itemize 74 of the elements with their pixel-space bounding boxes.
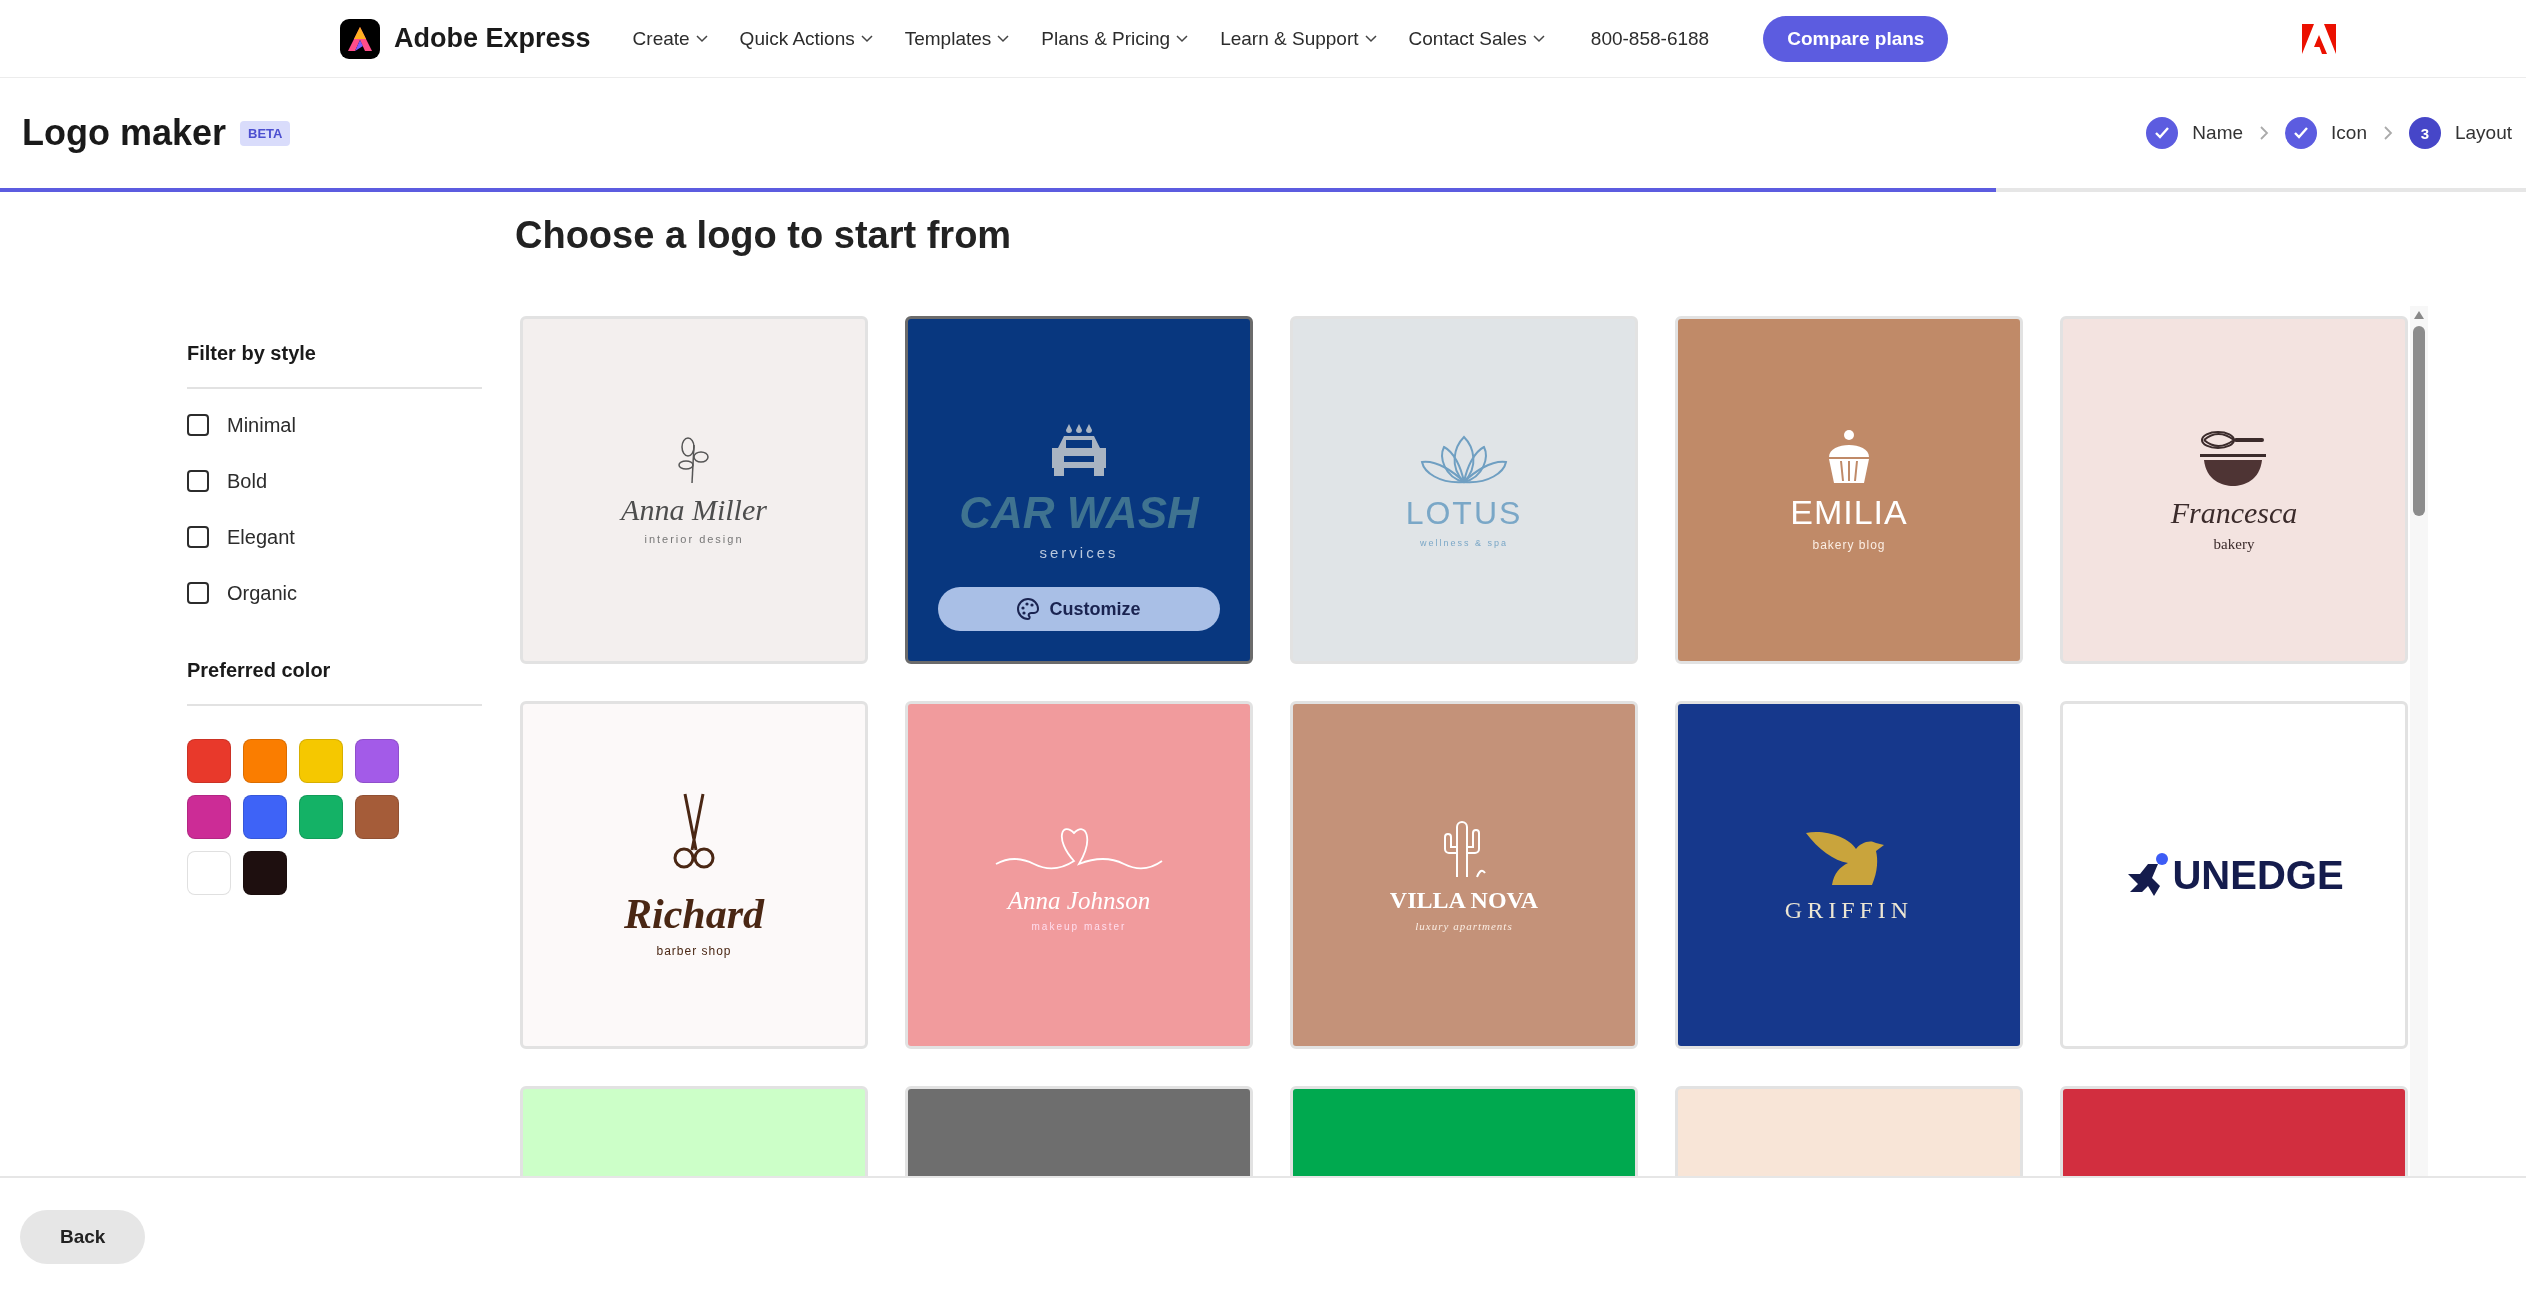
chevron-down-icon: [1364, 34, 1377, 43]
step-label: Name: [2192, 122, 2244, 144]
chevron-down-icon: [997, 34, 1010, 43]
customize-button[interactable]: Customize: [938, 587, 1220, 631]
color-swatch[interactable]: [243, 795, 287, 839]
checkbox-label: Bold: [227, 469, 268, 493]
logo-name: Richard: [624, 890, 764, 938]
nav-menu-item[interactable]: Contact Sales: [1408, 27, 1545, 50]
logo-tagline: bakery: [2213, 535, 2255, 553]
logo-name: Anna Miller: [621, 493, 767, 527]
scroll-up-arrow-icon[interactable]: [2413, 310, 2425, 320]
logo-tagline: bakery blog: [1812, 537, 1886, 552]
logo-tagline: services: [1039, 543, 1119, 561]
style-checkbox[interactable]: [187, 526, 209, 548]
logo-name: CAR WASH: [959, 487, 1199, 538]
logo-tagline: luxury apartments: [1415, 919, 1513, 932]
logo-name: EMILIA: [1790, 492, 1908, 532]
chevron-down-icon: [1532, 34, 1545, 43]
chevron-down-icon: [1176, 34, 1189, 43]
checkbox-label: Elegant: [227, 525, 295, 549]
nav-menu-item[interactable]: Templates: [904, 27, 1010, 50]
color-heading: Preferred color: [187, 659, 482, 706]
chevron-down-icon: [860, 34, 873, 43]
brand-name: Adobe Express: [394, 23, 591, 54]
style-checkbox[interactable]: [187, 582, 209, 604]
logo-tagline: barber shop: [656, 944, 732, 958]
color-swatch[interactable]: [299, 795, 343, 839]
compare-plans-button[interactable]: Compare plans: [1763, 15, 1949, 62]
chevron-down-icon: [695, 34, 708, 43]
step-label: Layout: [2454, 122, 2512, 144]
logo-name: UNEDGE: [2172, 852, 2344, 898]
color-swatch[interactable]: [187, 795, 231, 839]
step-number: 3: [2408, 117, 2441, 149]
phone-number: 800-858-6188: [1590, 27, 1710, 50]
scrollbar-thumb[interactable]: [2413, 326, 2425, 516]
logo-name: VILLA NOVA: [1389, 886, 1539, 914]
page-title: Logo maker: [22, 112, 227, 154]
filter-heading: Filter by style: [187, 342, 482, 389]
logo-name: Anna Johnson: [1007, 886, 1151, 915]
logo-template-card[interactable]: CAR WASH services Customize: [905, 316, 1253, 664]
nav-menu-item[interactable]: Create: [632, 27, 708, 50]
section-heading: Choose a logo to start from: [515, 214, 1013, 258]
logo-template-card[interactable]: GRIFFIN: [1675, 701, 2023, 1049]
logo-tagline: makeup master: [1031, 920, 1127, 932]
logo-template-card[interactable]: Anna Miller interior design: [520, 316, 868, 664]
checkbox-label: Minimal: [227, 413, 296, 437]
style-checkbox[interactable]: [187, 414, 209, 436]
checkbox-label: Organic: [227, 581, 298, 605]
logo-template-card[interactable]: Francesca bakery: [2060, 316, 2408, 664]
nav-menu-item[interactable]: Quick Actions: [739, 27, 873, 50]
logo-tagline: interior design: [644, 533, 744, 545]
logo-name: Francesca: [2170, 495, 2298, 530]
app-logo-icon[interactable]: [340, 18, 380, 59]
nav-menu-item[interactable]: Learn & Support: [1220, 27, 1377, 50]
logo-template-card[interactable]: Richard barber shop: [520, 701, 868, 1049]
logo-tagline: wellness & spa: [1420, 538, 1508, 548]
logo-name: GRIFFIN: [1784, 896, 1914, 924]
color-swatch[interactable]: [355, 739, 399, 783]
color-swatch[interactable]: [299, 739, 343, 783]
color-swatch[interactable]: [187, 851, 231, 895]
beta-badge: BETA: [240, 120, 291, 146]
step-label: Icon: [2331, 122, 2367, 144]
logo-name: LOTUS: [1405, 495, 1523, 532]
color-swatch[interactable]: [187, 739, 231, 783]
color-swatch[interactable]: [243, 739, 287, 783]
nav-menu-item[interactable]: Plans & Pricing: [1041, 27, 1189, 50]
color-swatch[interactable]: [243, 851, 287, 895]
logo-template-card[interactable]: UNEDGE: [2060, 701, 2408, 1049]
scrollbar[interactable]: [2410, 306, 2428, 1176]
color-swatch[interactable]: [355, 795, 399, 839]
back-button[interactable]: Back: [20, 1210, 146, 1264]
company-logo-icon[interactable]: [2302, 23, 2337, 54]
style-checkbox[interactable]: [187, 470, 209, 492]
palette-icon: [1017, 598, 1040, 620]
